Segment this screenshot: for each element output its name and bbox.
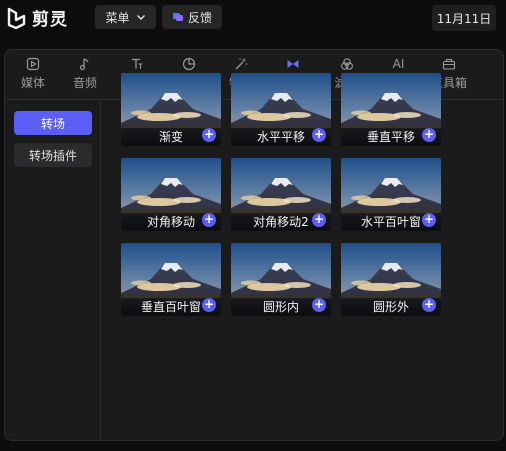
menu-button[interactable]: 菜单 [95,5,156,29]
music-note-icon [77,56,93,72]
text-icon [129,56,145,72]
sticker-icon [181,56,197,72]
ai-icon: AI [392,57,405,71]
feedback-chat-icon [172,13,183,21]
tab-media[interactable]: 媒体 [7,50,59,100]
add-icon[interactable]: + [422,128,436,142]
add-icon[interactable]: + [422,298,436,312]
transition-card[interactable]: 渐变 + [121,73,221,146]
feedback-button[interactable]: 反馈 [162,5,222,29]
add-icon[interactable]: + [202,298,216,312]
tab-label: 音频 [72,76,97,90]
top-bar: 剪灵 菜单 反馈 11月11日 [0,0,506,36]
tab-audio[interactable]: 音频 [59,50,111,100]
date-text: 11月11日 [436,11,492,26]
add-icon[interactable]: + [202,213,216,227]
menu-label: 菜单 [105,10,130,25]
media-icon [25,56,41,72]
transition-card[interactable]: 圆形外 + [341,243,441,316]
transition-sidebar: 转场 转场插件 [5,100,101,440]
transition-card[interactable]: 垂直平移 + [341,73,441,146]
logo-icon [7,7,26,29]
add-icon[interactable]: + [422,213,436,227]
date-badge: 11月11日 [432,5,496,31]
transition-card[interactable]: 对角移动 + [121,158,221,231]
add-icon[interactable]: + [312,128,326,142]
transition-card[interactable]: 水平百叶窗 + [341,158,441,231]
sidebar-item-transitions[interactable]: 转场 [14,111,92,135]
magic-wand-icon [233,56,249,72]
add-icon[interactable]: + [202,128,216,142]
app-name: 剪灵 [32,10,68,30]
feedback-label: 反馈 [187,10,212,25]
transition-card[interactable]: 对角移动2 + [231,158,331,231]
tab-label: 媒体 [20,76,45,90]
filter-circles-icon [339,56,355,72]
transition-card[interactable]: 水平平移 + [231,73,331,146]
transition-card[interactable]: 垂直百叶窗 + [121,243,221,316]
toolbox-icon [441,56,457,72]
transition-card[interactable]: 圆形内 + [231,243,331,316]
chevron-down-icon [136,15,145,20]
add-icon[interactable]: + [312,213,326,227]
sidebar-item-transition-plugins[interactable]: 转场插件 [14,143,92,167]
transition-bowtie-icon [285,56,301,72]
app-logo: 剪灵 [6,5,68,30]
add-icon[interactable]: + [312,298,326,312]
